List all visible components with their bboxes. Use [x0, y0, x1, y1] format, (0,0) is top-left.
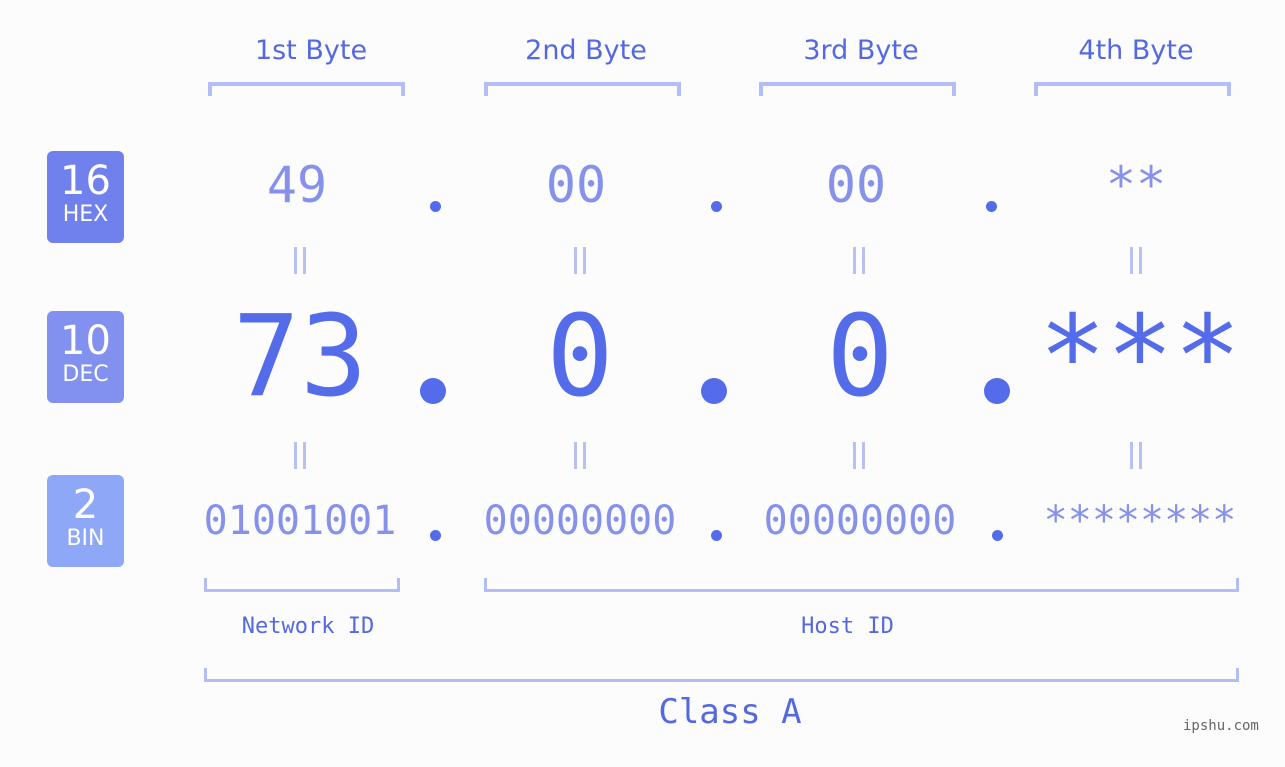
byte-header-2: 2nd Byte: [525, 35, 647, 66]
bin-value-4: ********: [1043, 498, 1237, 544]
host-id-label: Host ID: [801, 614, 894, 639]
network-id-bracket: [204, 578, 400, 592]
equals-icon: [560, 442, 600, 475]
equals-icon: [839, 247, 879, 280]
dec-badge: 10 DEC: [47, 311, 124, 403]
byte-header-4: 4th Byte: [1078, 35, 1194, 66]
network-id-label: Network ID: [241, 614, 375, 639]
byte-bracket-3: [759, 82, 956, 96]
hex-separator-dot: [986, 201, 997, 212]
equals-icon: [560, 247, 600, 280]
bin-value-1: 01001001: [203, 498, 397, 544]
bin-value-2: 00000000: [483, 498, 677, 544]
dec-badge-label: DEC: [62, 362, 109, 387]
bin-badge-label: BIN: [66, 526, 105, 551]
class-bracket: [204, 668, 1239, 682]
bin-separator-dot: [430, 530, 441, 541]
dec-value-2: 0: [546, 292, 614, 422]
class-label: Class A: [658, 692, 802, 732]
byte-bracket-4: [1034, 82, 1231, 96]
byte-header-1: 1st Byte: [254, 35, 368, 66]
bin-separator-dot: [711, 530, 722, 541]
bin-badge: 2 BIN: [47, 475, 124, 567]
bin-value-3: 00000000: [763, 498, 957, 544]
equals-icon: [280, 247, 320, 280]
dec-badge-number: 10: [60, 318, 111, 364]
dec-value-4: ***: [1038, 292, 1242, 422]
byte-header-3: 3rd Byte: [803, 35, 919, 66]
hex-badge: 16 HEX: [47, 151, 124, 243]
equals-icon: [1116, 247, 1156, 280]
bin-badge-number: 2: [72, 482, 99, 528]
equals-icon: [280, 442, 320, 475]
dec-separator-dot: [420, 378, 446, 404]
dec-value-3: 0: [826, 292, 894, 422]
byte-bracket-1: [208, 82, 405, 96]
hex-value-4: **: [1105, 156, 1167, 214]
dec-separator-dot: [701, 378, 727, 404]
hex-separator-dot: [711, 201, 722, 212]
byte-bracket-2: [484, 82, 681, 96]
equals-icon: [839, 442, 879, 475]
equals-icon: [1116, 442, 1156, 475]
hex-value-2: 00: [545, 156, 607, 214]
hex-badge-number: 16: [60, 158, 111, 204]
watermark: ipshu.com: [1183, 718, 1259, 734]
dec-separator-dot: [984, 378, 1010, 404]
dec-value-1: 73: [232, 292, 368, 422]
host-id-bracket: [484, 578, 1239, 592]
hex-value-3: 00: [825, 156, 887, 214]
hex-value-1: 49: [266, 156, 328, 214]
bin-separator-dot: [992, 530, 1003, 541]
hex-badge-label: HEX: [62, 202, 109, 227]
hex-separator-dot: [430, 201, 441, 212]
